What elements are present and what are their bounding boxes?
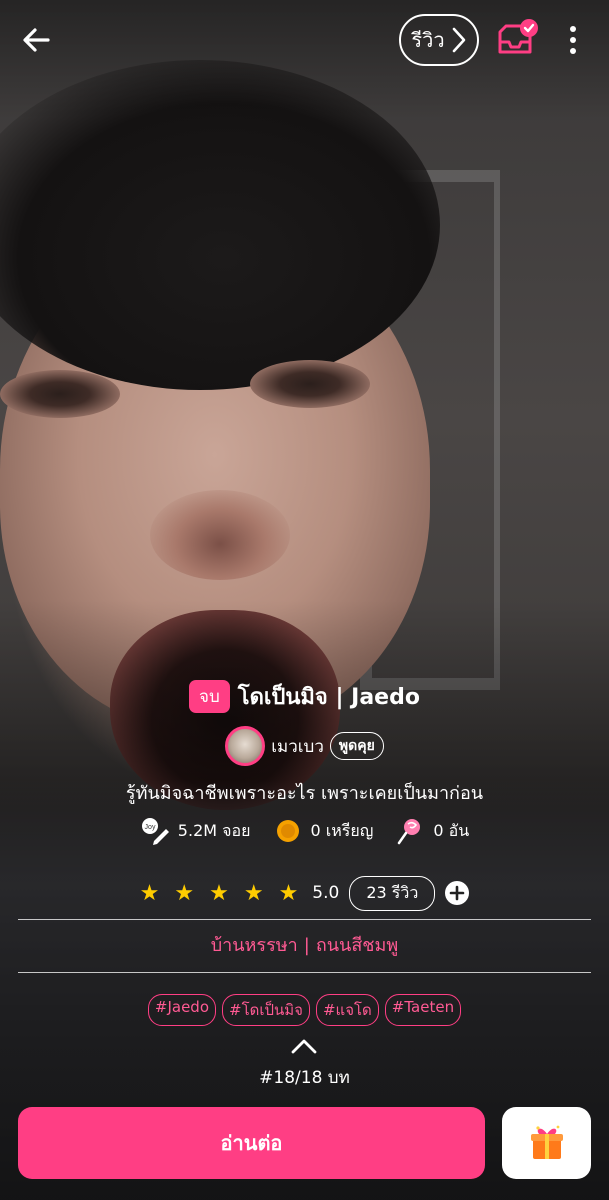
continue-reading-label: อ่านต่อ: [220, 1131, 283, 1155]
story-info: จบ โดเป็นมิจ | Jaedo เมวเบว พูดคุย รู้ทั…: [0, 678, 609, 911]
star-icon: ★: [174, 880, 195, 906]
plus-icon: [450, 885, 465, 901]
back-button[interactable]: [18, 22, 54, 58]
divider-bottom: [18, 972, 591, 973]
chevron-right-icon: [452, 27, 465, 53]
left-eye-shape: [0, 370, 120, 418]
coins-count: 0 เหรียญ: [310, 820, 374, 840]
lollipop-stat: 0 อัน: [395, 817, 469, 845]
review-label: รีวิว: [411, 28, 445, 52]
title-row: จบ โดเป็นมิจ | Jaedo: [0, 678, 609, 714]
coins-stat: 0 เหรียญ: [273, 817, 374, 845]
add-review-button[interactable]: [445, 881, 470, 905]
nose-shape: [150, 490, 290, 580]
author-row[interactable]: เมวเบว พูดคุย: [0, 726, 609, 766]
arrow-left-icon: [23, 28, 50, 52]
stats-row: Joy 5.2M จอย 0 เหรียญ 0 อัน: [0, 814, 609, 848]
status-badge: จบ: [189, 679, 230, 713]
tag-chip[interactable]: #โดเป็นมิจ: [222, 994, 310, 1026]
coin-icon: [276, 820, 299, 842]
top-bar: รีวิว: [0, 0, 609, 80]
reads-stat: Joy 5.2M จอย: [140, 817, 251, 845]
joy-pen-icon: Joy: [141, 818, 169, 845]
star-icon: ★: [139, 880, 160, 906]
reads-count: 5.2M จอย: [177, 820, 251, 840]
divider-top: [18, 919, 591, 920]
rating-value: 5.0: [312, 883, 340, 903]
tag-chip[interactable]: #Jaedo: [147, 994, 217, 1026]
episode-count: #18/18 บท: [259, 1068, 350, 1088]
author-name[interactable]: เมวเบว: [271, 733, 324, 760]
category-link[interactable]: บ้านหรรษา: [211, 935, 298, 956]
star-icon: ★: [209, 880, 229, 906]
library-button[interactable]: [496, 18, 540, 62]
continue-reading-button[interactable]: อ่านต่อ: [18, 1107, 485, 1179]
inbox-check-icon: [498, 19, 538, 54]
author-avatar[interactable]: [225, 726, 266, 766]
rating-row: ★ ★ ★ ★ ★ 5.0 23 รีวิว: [0, 875, 609, 911]
category-row: บ้านหรรษา | ถนนสีชมพู: [0, 930, 609, 959]
chevron-up-icon: [291, 1039, 317, 1054]
more-options-button[interactable]: [560, 24, 586, 56]
rating-stars: ★ ★ ★ ★ ★: [140, 881, 299, 906]
lollipop-icon: [398, 819, 421, 845]
star-icon: ★: [278, 880, 299, 906]
category-separator: |: [303, 935, 310, 956]
svg-text:Joy: Joy: [144, 824, 155, 831]
gift-button[interactable]: [502, 1107, 591, 1179]
talk-badge[interactable]: พูดคุย: [329, 732, 384, 760]
star-icon: ★: [243, 880, 264, 906]
right-eye-shape: [250, 360, 370, 408]
story-title: โดเป็นมิจ | Jaedo: [237, 684, 420, 710]
vertical-dots-icon: [570, 26, 576, 54]
gift-icon: [530, 1125, 563, 1159]
review-button[interactable]: รีวิว: [399, 14, 479, 66]
tags-list: #Jaedo #โดเป็นมิจ #แจโด #Taeten: [0, 994, 609, 1026]
sub-category-link[interactable]: ถนนสีชมพู: [316, 935, 398, 956]
lollipop-count: 0 อัน: [433, 820, 470, 840]
story-tagline: รู้ทันมิจฉาชีพเพราะอะไร เพราะเคยเป็นมาก่…: [125, 783, 484, 804]
expand-toggle[interactable]: [289, 1036, 319, 1056]
tag-chip[interactable]: #Taeten: [384, 994, 462, 1026]
tag-chip[interactable]: #แจโด: [315, 994, 379, 1026]
reviews-button[interactable]: 23 รีวิว: [349, 875, 436, 911]
